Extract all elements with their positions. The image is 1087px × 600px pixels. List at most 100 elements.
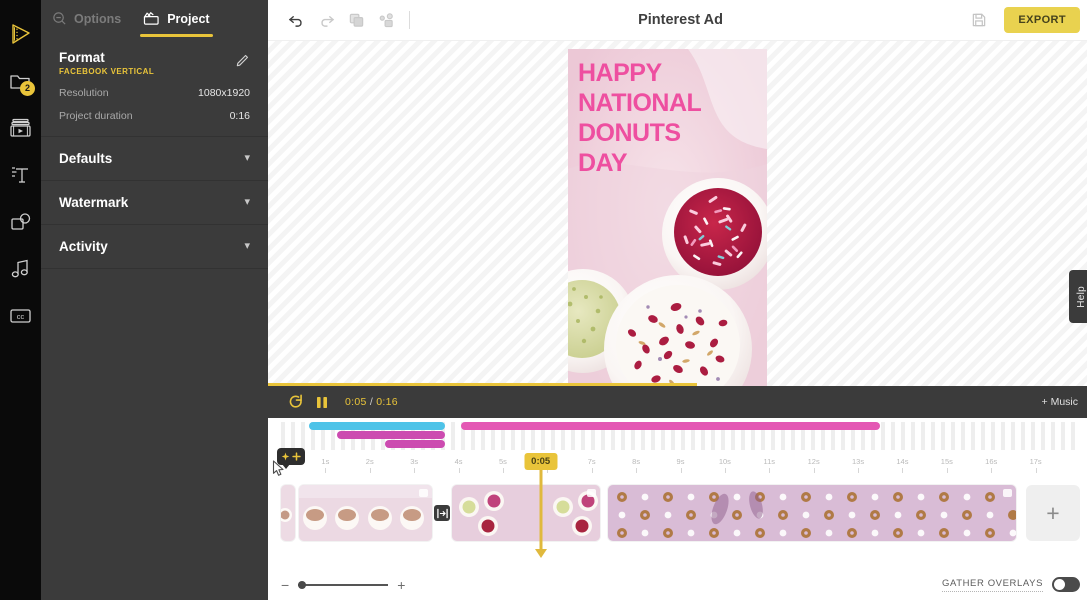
- ruler-tick-mark: [1035, 468, 1037, 473]
- clip-bowls[interactable]: [452, 485, 600, 541]
- clip-track[interactable]: +: [281, 482, 1080, 544]
- ruler-tick-mark: [724, 468, 726, 473]
- timeline-ruler[interactable]: 1s2s3s4s5s6s7s8s9s10s11s12s13s14s15s16s1…: [281, 450, 1080, 558]
- zoom-slider-knob[interactable]: [298, 580, 307, 589]
- toggle-knob: [1054, 579, 1065, 590]
- ruler-tick-mark: [636, 468, 638, 473]
- tab-options-label: Options: [74, 11, 122, 26]
- save-button[interactable]: [964, 6, 994, 34]
- playback-bar: 0:05 / 0:16 + Music: [268, 383, 1087, 418]
- clip-thumb: [452, 485, 600, 541]
- captions-icon[interactable]: cc: [0, 292, 41, 339]
- export-button[interactable]: EXPORT: [1004, 7, 1080, 33]
- video-editor-icon[interactable]: [0, 10, 41, 57]
- clip-badge: [419, 489, 428, 497]
- ruler-tick-label: 12s: [807, 457, 820, 466]
- transition-glyph: [436, 508, 448, 518]
- help-tab-label: Help: [1075, 285, 1087, 308]
- ruler-tick-label: 17s: [1029, 457, 1042, 466]
- text-tool-icon[interactable]: [0, 151, 41, 198]
- overlay-bar-magenta2[interactable]: [384, 440, 445, 448]
- defaults-section[interactable]: Defaults ▾: [41, 137, 268, 181]
- clip-donut-start[interactable]: [281, 485, 295, 541]
- watermark-section[interactable]: Watermark ▾: [41, 181, 268, 225]
- format-title: Format: [59, 50, 105, 65]
- clip-thumb: [299, 485, 432, 541]
- edit-format-icon[interactable]: [235, 53, 250, 73]
- add-clip-button[interactable]: +: [1026, 485, 1080, 541]
- audio-icon[interactable]: [0, 245, 41, 292]
- total-time: 0:16: [376, 396, 398, 408]
- tab-project-label: Project: [167, 11, 210, 26]
- activity-section[interactable]: Activity ▾: [41, 225, 268, 269]
- shapes-icon[interactable]: [0, 198, 41, 245]
- video-stage[interactable]: HAPPY NATIONAL DONUTS DAY: [568, 49, 767, 386]
- format-preset-label: FACEBOOK VERTICAL: [59, 67, 155, 76]
- top-toolbar: Pinterest Ad EXPORT: [268, 0, 1087, 41]
- clip-thumb: [608, 485, 1016, 541]
- playhead-badge[interactable]: 0:05: [524, 453, 558, 470]
- timeline: 1s2s3s4s5s6s7s8s9s10s11s12s13s14s15s16s1…: [268, 418, 1087, 600]
- ruler-tick-label: 13s: [852, 457, 865, 466]
- undo-button[interactable]: [281, 6, 311, 34]
- clip-donut-row[interactable]: [299, 485, 432, 541]
- svg-text:DAY: DAY: [578, 149, 628, 177]
- svg-text:cc: cc: [17, 312, 25, 321]
- ruler-tick-mark: [946, 468, 948, 473]
- format-header: Format FACEBOOK VERTICAL: [59, 50, 250, 76]
- clip-badge: [587, 489, 596, 497]
- zoom-in-button[interactable]: +: [397, 578, 405, 592]
- ruler-tick-label: 5s: [498, 457, 507, 466]
- loop-button[interactable]: [283, 389, 309, 415]
- overlay-lane[interactable]: [281, 422, 1080, 450]
- redo-button[interactable]: [311, 6, 341, 34]
- playhead-line[interactable]: [539, 468, 543, 550]
- defaults-title: Defaults: [59, 151, 113, 166]
- ruler-tick-mark: [680, 468, 682, 473]
- transition-icon[interactable]: [434, 505, 450, 521]
- playback-progress[interactable]: [268, 383, 697, 386]
- overlay-bar-magenta3[interactable]: [460, 422, 881, 430]
- chevron-down-icon: ▾: [244, 240, 250, 252]
- tab-project[interactable]: Project: [132, 0, 220, 37]
- arrange-button[interactable]: [371, 6, 401, 34]
- pause-button[interactable]: [309, 389, 335, 415]
- ruler-tick-mark: [414, 468, 416, 473]
- left-icon-rail: 2 cc: [0, 0, 41, 600]
- clip-pattern[interactable]: [608, 485, 1016, 541]
- add-music-button[interactable]: + Music: [1042, 396, 1078, 408]
- preview-canvas[interactable]: HAPPY NATIONAL DONUTS DAY: [268, 41, 1087, 386]
- duration-value: 0:16: [229, 110, 250, 122]
- resolution-label: Resolution: [59, 87, 109, 99]
- format-section: Format FACEBOOK VERTICAL Resolution 1080…: [41, 37, 268, 137]
- options-icon: [53, 12, 66, 25]
- ruler-tick-mark: [325, 468, 327, 473]
- gather-overlays-toggle[interactable]: [1052, 577, 1080, 592]
- current-time: 0:05: [345, 396, 367, 408]
- ruler-tick-label: 16s: [985, 457, 998, 466]
- media-folder-badge: 2: [20, 81, 35, 96]
- overlay-bar-magenta1[interactable]: [336, 431, 445, 439]
- help-tab[interactable]: Help: [1069, 270, 1087, 323]
- timeline-footer: − + GATHER OVERLAYS: [281, 577, 1080, 592]
- ruler-tick-mark: [369, 468, 371, 473]
- duplicate-button[interactable]: [341, 6, 371, 34]
- zoom-out-button[interactable]: −: [281, 578, 289, 592]
- duration-row: Project duration 0:16: [59, 110, 250, 122]
- ruler-tick-label: 9s: [676, 457, 685, 466]
- ruler-tick-label: 1s: [321, 457, 330, 466]
- clip-thumb: [281, 485, 295, 541]
- toolbar-divider: [409, 11, 410, 29]
- media-folder-icon[interactable]: 2: [0, 57, 41, 104]
- panel-body: Format FACEBOOK VERTICAL Resolution 1080…: [41, 37, 268, 600]
- gather-overlays-label: GATHER OVERLAYS: [941, 578, 1043, 592]
- svg-text:DONUTS: DONUTS: [578, 119, 681, 147]
- zoom-slider[interactable]: [298, 580, 389, 589]
- overlay-bar-blue[interactable]: [308, 422, 445, 430]
- time-separator: /: [369, 396, 374, 408]
- activity-title: Activity: [59, 239, 108, 254]
- chevron-down-icon: ▾: [244, 152, 250, 164]
- tab-options[interactable]: Options: [41, 0, 132, 37]
- ruler-tick-label: 3s: [410, 457, 419, 466]
- stock-video-icon[interactable]: [0, 104, 41, 151]
